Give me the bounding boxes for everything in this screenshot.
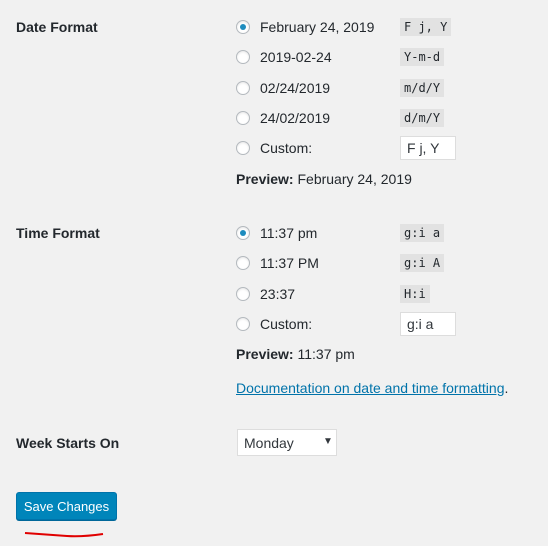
format-code: F j, Y xyxy=(400,18,452,36)
radio-button[interactable] xyxy=(236,20,250,34)
option-label: 23:37 xyxy=(260,286,296,302)
radio-button[interactable] xyxy=(236,50,250,64)
preview-value: 11:37 pm xyxy=(297,346,355,362)
radio-button[interactable] xyxy=(236,111,250,125)
radio-button[interactable] xyxy=(236,317,250,331)
format-code: H:i xyxy=(400,285,430,303)
documentation-link[interactable]: Documentation on date and time formattin… xyxy=(236,380,505,396)
format-code: g:i a xyxy=(400,224,445,242)
custom-format-input[interactable] xyxy=(400,312,456,336)
date-preview: Preview: February 24, 2019 xyxy=(236,171,412,187)
week-starts-select[interactable]: Monday xyxy=(237,429,337,456)
format-option[interactable]: 24/02/2019 d/m/Y xyxy=(236,108,536,128)
option-label: 02/24/2019 xyxy=(260,80,331,96)
date-format-label: Date Format xyxy=(16,19,98,35)
time-preview: Preview: 11:37 pm xyxy=(236,346,355,362)
format-option[interactable]: 02/24/2019 m/d/Y xyxy=(236,78,536,98)
option-label: 24/02/2019 xyxy=(260,110,331,126)
radio-button[interactable] xyxy=(236,287,250,301)
doc-link-line: Documentation on date and time formattin… xyxy=(236,380,508,396)
radio-button[interactable] xyxy=(236,226,250,240)
format-option[interactable]: 11:37 pm g:i a xyxy=(236,223,536,243)
format-code: Y-m-d xyxy=(400,48,445,66)
format-code: g:i A xyxy=(400,254,445,272)
format-code: m/d/Y xyxy=(400,79,445,97)
format-option[interactable]: February 24, 2019 F j, Y xyxy=(236,17,536,37)
option-label: Custom: xyxy=(260,140,313,156)
format-option[interactable]: 2019-02-24 Y-m-d xyxy=(236,47,536,67)
preview-label: Preview: xyxy=(236,171,294,187)
option-label: Custom: xyxy=(260,316,313,332)
option-label: February 24, 2019 xyxy=(260,19,375,35)
week-starts-label: Week Starts On xyxy=(16,435,120,451)
custom-format-input[interactable] xyxy=(400,136,456,160)
preview-label: Preview: xyxy=(236,346,294,362)
option-label: 11:37 pm xyxy=(260,225,318,241)
preview-value: February 24, 2019 xyxy=(297,171,412,187)
period: . xyxy=(504,380,509,396)
radio-button[interactable] xyxy=(236,81,250,95)
custom-option[interactable]: Custom: xyxy=(236,312,536,336)
option-label: 11:37 PM xyxy=(260,255,319,271)
custom-option[interactable]: Custom: xyxy=(236,136,536,160)
save-changes-button[interactable]: Save Changes xyxy=(16,492,117,520)
time-format-label: Time Format xyxy=(16,225,100,241)
format-code: d/m/Y xyxy=(400,109,445,127)
red-underline-annotation xyxy=(24,532,104,538)
option-label: 2019-02-24 xyxy=(260,49,332,65)
format-option[interactable]: 23:37 H:i xyxy=(236,284,536,304)
radio-button[interactable] xyxy=(236,141,250,155)
radio-button[interactable] xyxy=(236,256,250,270)
format-option[interactable]: 11:37 PM g:i A xyxy=(236,253,536,273)
